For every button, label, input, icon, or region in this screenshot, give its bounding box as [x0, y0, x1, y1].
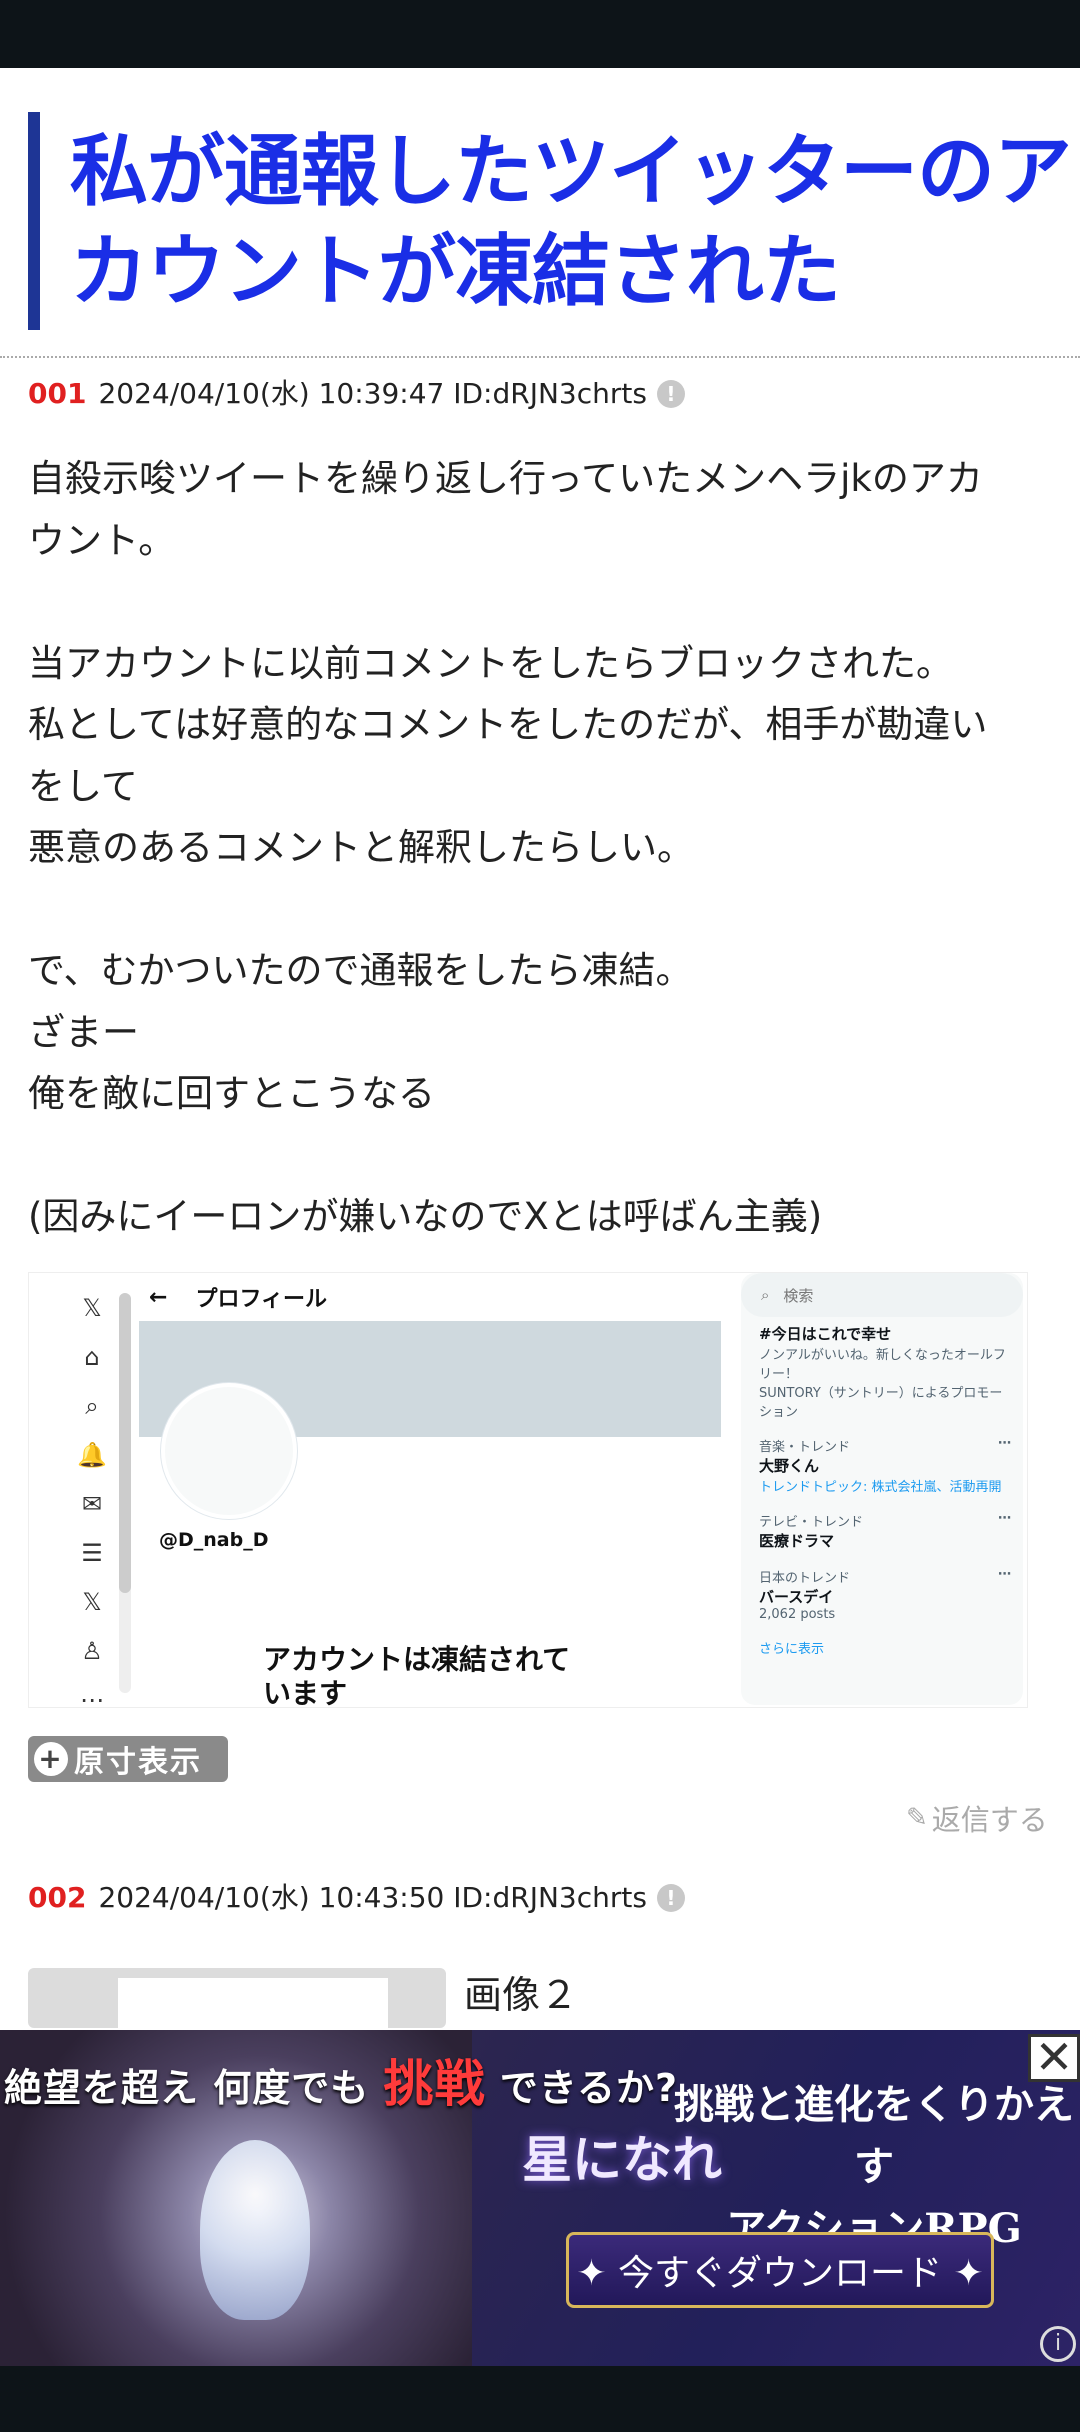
- screenshot-topbar-title: プロフィール: [195, 1287, 327, 1312]
- more-icon: ⋯: [998, 1567, 1011, 1582]
- trend-title: バースデイ: [759, 1588, 834, 1606]
- screenshot-profile: ← プロフィール @D_nab_D アカウントは凍結されて います: [139, 1273, 721, 1708]
- trend-label: 日本のトレンド: [759, 1571, 851, 1586]
- frozen-message: アカウントは凍結されて います: [263, 1643, 571, 1708]
- pencil-icon: ✎: [906, 1803, 928, 1833]
- ad-headline-part: 何度でも: [213, 2066, 370, 2110]
- article-title: 私が通報したツイッターのア カウントが凍結された: [70, 127, 1072, 317]
- mail-icon: ✉: [81, 1489, 103, 1518]
- list-icon: ☰: [81, 1538, 103, 1567]
- trend-desc: トレンドトピック: 株式会社嵐、活動再開: [759, 1480, 1002, 1495]
- post-number[interactable]: 001: [28, 374, 86, 414]
- image-caption: 画像２: [464, 1973, 579, 2017]
- post-header-001: 001 2024/04/10(水) 10:39:47 ID:dRJN3chrts…: [28, 374, 685, 414]
- person-icon: ♙: [81, 1636, 103, 1665]
- post-image-thumbnail[interactable]: [28, 1968, 446, 2028]
- ad-headline-part: できるか?: [499, 2066, 679, 2110]
- trend-title: 医療ドラマ: [759, 1532, 835, 1550]
- reply-label: 返信する: [931, 1803, 1048, 1837]
- post-body-001: 自殺示唆ツイートを繰り返し行っていたメンヘラjkのアカ ウント。 当アカウントに…: [28, 457, 988, 1238]
- magnifier-icon: +: [34, 1742, 68, 1776]
- bell-icon: 🔔: [77, 1440, 107, 1469]
- screenshot-topbar: ← プロフィール: [139, 1273, 721, 1321]
- post-meta: 2024/04/10(水) 10:39:47 ID:dRJN3chrts: [98, 377, 647, 410]
- more-icon: ⋯: [80, 1685, 104, 1708]
- status-bar: [0, 0, 1080, 68]
- x-premium-icon: 𝕏: [82, 1587, 102, 1616]
- post-header-002: 002 2024/04/10(水) 10:43:50 ID:dRJN3chrts…: [28, 1878, 685, 1918]
- ad-character: [200, 2140, 310, 2320]
- screenshot-scrollbar: [119, 1293, 131, 1693]
- trend-item: #今日はこれで幸せ ノンアルがいいね。新しくなったオールフリー！ SUNTORY…: [759, 1323, 1015, 1420]
- home-icon: ⌂: [84, 1342, 100, 1371]
- trend-title: 大野くん: [759, 1457, 820, 1475]
- screenshot-nav: 𝕏 ⌂ ⌕ 🔔 ✉ ☰ 𝕏 ♙ ⋯: [69, 1283, 115, 1708]
- trend-sub: SUNTORY（サントリー）によるプロモーション: [759, 1386, 1003, 1420]
- system-nav-bar: [0, 2366, 1080, 2432]
- avatar: [161, 1383, 297, 1519]
- post-meta: 2024/04/10(水) 10:43:50 ID:dRJN3chrts: [98, 1881, 647, 1914]
- trend-item: ⋯ テレビ・トレンド 医療ドラマ: [759, 1511, 1015, 1551]
- back-arrow-icon: ←: [149, 1284, 168, 1310]
- profile-handle: @D_nab_D: [159, 1529, 269, 1551]
- screenshot-search: ⌕ 検索: [741, 1273, 1023, 1317]
- more-icon: ⋯: [998, 1436, 1011, 1451]
- trend-title: #今日はこれで幸せ: [759, 1325, 892, 1343]
- trend-desc: ノンアルがいいね。新しくなったオールフリー！: [759, 1348, 1006, 1382]
- trend-item: ⋯ 日本のトレンド バースデイ 2,062 posts: [759, 1567, 1015, 1622]
- ad-left-headline: 絶望を超え 何度でも 挑戦 できるか?: [4, 2044, 678, 2116]
- ad-download-button[interactable]: ✦ 今すぐダウンロード ✦: [566, 2232, 994, 2308]
- reply-button[interactable]: ✎ 返信する: [906, 1796, 1048, 1840]
- title-divider: [0, 356, 1080, 358]
- article-title-block: 私が通報したツイッターのア カウントが凍結された: [28, 112, 1080, 330]
- trend-label: 音楽・トレンド: [759, 1440, 851, 1455]
- ad-headline-emphasis: 挑戦: [383, 2055, 486, 2113]
- search-icon: ⌕: [85, 1391, 99, 1420]
- trend-desc: 2,062 posts: [759, 1607, 836, 1622]
- trend-list: #今日はこれで幸せ ノンアルがいいね。新しくなったオールフリー！ SUNTORY…: [759, 1323, 1015, 1657]
- search-placeholder: 検索: [783, 1286, 814, 1305]
- search-icon: ⌕: [761, 1286, 770, 1304]
- post-image[interactable]: 𝕏 ⌂ ⌕ 🔔 ✉ ☰ 𝕏 ♙ ⋯ ← プロフィール @D_nab_D アカウン…: [28, 1272, 1028, 1708]
- original-size-button[interactable]: + 原寸表示: [28, 1736, 228, 1782]
- trend-label: テレビ・トレンド: [759, 1515, 864, 1530]
- x-logo-icon: 𝕏: [82, 1293, 102, 1322]
- more-icon: ⋯: [998, 1511, 1011, 1526]
- info-icon[interactable]: !: [656, 380, 685, 408]
- show-more-link: さらに表示: [759, 1642, 825, 1657]
- ad-headline-part: 絶望を超え: [4, 2066, 200, 2110]
- ad-close-button[interactable]: ✕: [1028, 2034, 1080, 2082]
- ad-banner[interactable]: 絶望を超え 何度でも 挑戦 できるか? 星になれ 挑戦と進化をくりかえす アクシ…: [0, 2030, 1080, 2366]
- thumbnail-content: [118, 1978, 388, 2028]
- ad-info-icon[interactable]: i: [1040, 2326, 1076, 2362]
- original-size-label: 原寸表示: [74, 1745, 202, 1780]
- post-number[interactable]: 002: [28, 1878, 86, 1918]
- trend-item: ⋯ 音楽・トレンド 大野くん トレンドトピック: 株式会社嵐、活動再開: [759, 1436, 1015, 1495]
- info-icon[interactable]: !: [656, 1884, 685, 1912]
